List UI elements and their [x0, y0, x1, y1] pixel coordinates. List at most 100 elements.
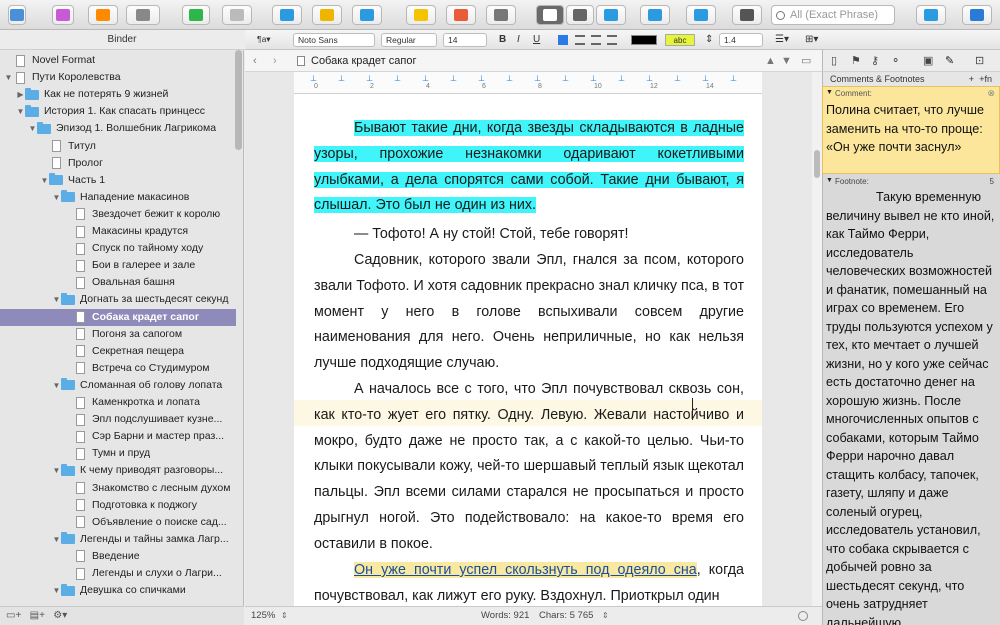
tab-stop-marker[interactable]: ⊥ — [562, 74, 569, 83]
binder-item[interactable]: ▼ К чему приводят разговоры... — [0, 462, 236, 479]
collapse-triangle-icon[interactable]: ▼ — [826, 177, 833, 184]
annotation-button[interactable] — [446, 5, 476, 25]
disclosure-triangle-icon[interactable]: ▼ — [40, 172, 49, 189]
disclosure-triangle-icon[interactable]: ▼ — [52, 582, 61, 599]
metadata-icon[interactable]: ⚷ — [871, 54, 879, 67]
binder-item[interactable]: Подготовка к поджогу — [0, 497, 236, 514]
trash-button[interactable] — [222, 5, 252, 25]
tab-stop-marker[interactable]: ⊥ — [394, 74, 401, 83]
tab-stop-marker[interactable]: ⊥ — [730, 74, 737, 83]
disclosure-triangle-icon[interactable]: ▼ — [4, 69, 13, 86]
binder-item[interactable]: Знакомство с лесным духом — [0, 480, 236, 497]
count-stepper-icon[interactable]: ⇕ — [602, 607, 609, 625]
line-spacing-icon[interactable]: ⇕ — [705, 33, 713, 47]
inspector-button[interactable] — [272, 5, 302, 25]
add-folder-icon[interactable]: ▭+ — [6, 610, 21, 621]
search-field[interactable]: All (Exact Phrase) — [771, 5, 895, 25]
binder-item[interactable]: Эпл подслушивает кузне... — [0, 411, 236, 428]
paragraph-1[interactable]: Бывают такие дни, когда звезды складываю… — [314, 116, 744, 219]
binder-item[interactable]: ▼ Легенды и тайны замка Лагр... — [0, 531, 236, 548]
close-icon[interactable]: ⊗ — [987, 88, 995, 99]
snapshot-button[interactable] — [686, 5, 716, 25]
binder-scrollbar[interactable] — [235, 50, 242, 150]
tab-stop-marker[interactable]: ⊥ — [450, 74, 457, 83]
tab-stop-marker[interactable]: ⊥ — [674, 74, 681, 83]
binder-item[interactable]: ▶ Как не потерять 9 жизней — [0, 86, 236, 103]
tab-stop-marker[interactable]: ⊥ — [534, 74, 541, 83]
split-icon[interactable]: ▭ — [801, 50, 811, 72]
text-view-button[interactable] — [536, 5, 564, 25]
binder-item[interactable]: Погоня за сапогом — [0, 326, 236, 343]
justify-icon[interactable] — [607, 35, 617, 45]
zoom-stepper-icon[interactable]: ⇕ — [281, 607, 288, 625]
lock-icon[interactable]: ⊡ — [975, 54, 984, 67]
binder-item[interactable]: Собака крадет сапог — [0, 308, 236, 326]
tab-stop-marker[interactable]: ⊥ — [478, 74, 485, 83]
add-comment-icon[interactable]: + — [969, 72, 974, 86]
editor-page[interactable]: Бывают такие дни, когда звезды складываю… — [294, 94, 762, 606]
quick-search-button[interactable] — [916, 5, 946, 25]
list-icon[interactable]: ☰▾ — [775, 33, 789, 47]
binder-item[interactable]: ▼ История 1. Как спасать принцесс — [0, 103, 236, 120]
tab-stop-marker[interactable]: ⊥ — [338, 74, 345, 83]
tab-stop-marker[interactable]: ⊥ — [618, 74, 625, 83]
binder-item[interactable]: Титул — [0, 138, 236, 155]
collapse-triangle-icon[interactable]: ▼ — [826, 89, 833, 96]
bold-button[interactable]: B — [499, 33, 506, 47]
notes-icon[interactable]: ▯ — [831, 54, 837, 67]
zoom-select[interactable]: 125% — [251, 607, 275, 625]
binder-item[interactable]: Введение — [0, 548, 236, 565]
align-right-icon[interactable] — [591, 35, 601, 45]
disclosure-triangle-icon[interactable]: ▼ — [52, 291, 61, 308]
gear-icon[interactable]: ⚙▾ — [53, 610, 67, 621]
tab-stop-marker[interactable]: ⊥ — [506, 74, 513, 83]
bookmark-icon[interactable]: ⚑ — [851, 54, 861, 67]
back-arrow-icon[interactable]: ‹ — [253, 50, 257, 72]
keywords-button[interactable] — [312, 5, 342, 25]
prev-item-icon[interactable]: ▲ — [765, 50, 776, 72]
keywords-icon[interactable]: ⚬ — [891, 54, 900, 67]
comments-tab-icon[interactable]: ✎ — [945, 54, 954, 67]
binder-item[interactable]: Пролог — [0, 155, 236, 172]
tab-stop-marker[interactable]: ⊥ — [422, 74, 429, 83]
binder-item[interactable]: Встреча со Студимуром — [0, 360, 236, 377]
paragraph-3[interactable]: Садовник, которого звали Эпл, гнался за … — [314, 248, 744, 377]
binder-item[interactable]: Каменкротка и лопата — [0, 394, 236, 411]
search-button[interactable] — [732, 5, 762, 25]
tab-stop-marker[interactable]: ⊥ — [366, 74, 373, 83]
binder-item[interactable]: Секретная пещера — [0, 343, 236, 360]
tab-stop-marker[interactable]: ⊥ — [702, 74, 709, 83]
disclosure-triangle-icon[interactable]: ▼ — [28, 120, 37, 137]
binder-item[interactable]: ▼ Догнать за шестьдесят секунд — [0, 291, 236, 308]
italic-button[interactable]: I — [517, 33, 520, 47]
line-spacing-select[interactable]: 1.4 — [719, 33, 763, 47]
collections-button[interactable] — [52, 5, 74, 25]
binder-item[interactable]: Объявление о поиске сад... — [0, 514, 236, 531]
add-button[interactable] — [182, 5, 210, 25]
align-center-icon[interactable] — [575, 35, 585, 45]
disclosure-triangle-icon[interactable]: ▼ — [52, 531, 61, 548]
binder-item[interactable]: Тумн и пруд — [0, 445, 236, 462]
info-button[interactable] — [962, 5, 992, 25]
binder-item[interactable]: ▼ Девушка со спичками — [0, 582, 236, 599]
footnote-button[interactable] — [486, 5, 516, 25]
snapshots-icon[interactable]: ▣ — [923, 54, 933, 67]
annotation-highlight[interactable]: Бывают такие дни, когда звезды складываю… — [314, 120, 744, 214]
view-mode-button[interactable] — [126, 5, 160, 25]
footnote-text[interactable]: Такую временную величину вывел не кто ин… — [826, 188, 996, 625]
binder-item[interactable]: Макасины крадутся — [0, 223, 236, 240]
font-size-select[interactable]: 14 — [443, 33, 487, 47]
binder-item[interactable]: Звездочет бежит к королю — [0, 206, 236, 223]
binder-item[interactable]: ▼ Эпизод 1. Волшебник Лагрикома — [0, 120, 236, 137]
binder-item[interactable]: ▼ Часть 1 — [0, 172, 236, 189]
next-item-icon[interactable]: ▼ — [781, 50, 792, 72]
text-color-well[interactable] — [631, 35, 657, 45]
paragraph-2[interactable]: — Тофото! А ну стой! Стой, тебе говорят! — [314, 222, 744, 248]
underline-button[interactable]: U — [533, 33, 540, 47]
binder-item[interactable]: ▼ Нападение макасинов — [0, 189, 236, 206]
binder-item[interactable]: Спуск по тайному ходу — [0, 240, 236, 257]
edit-button[interactable] — [352, 5, 382, 25]
forward-arrow-icon[interactable]: › — [273, 50, 277, 72]
binder-item[interactable]: Легенды и слухи о Лагри... — [0, 565, 236, 582]
disclosure-triangle-icon[interactable]: ▶ — [16, 86, 25, 103]
